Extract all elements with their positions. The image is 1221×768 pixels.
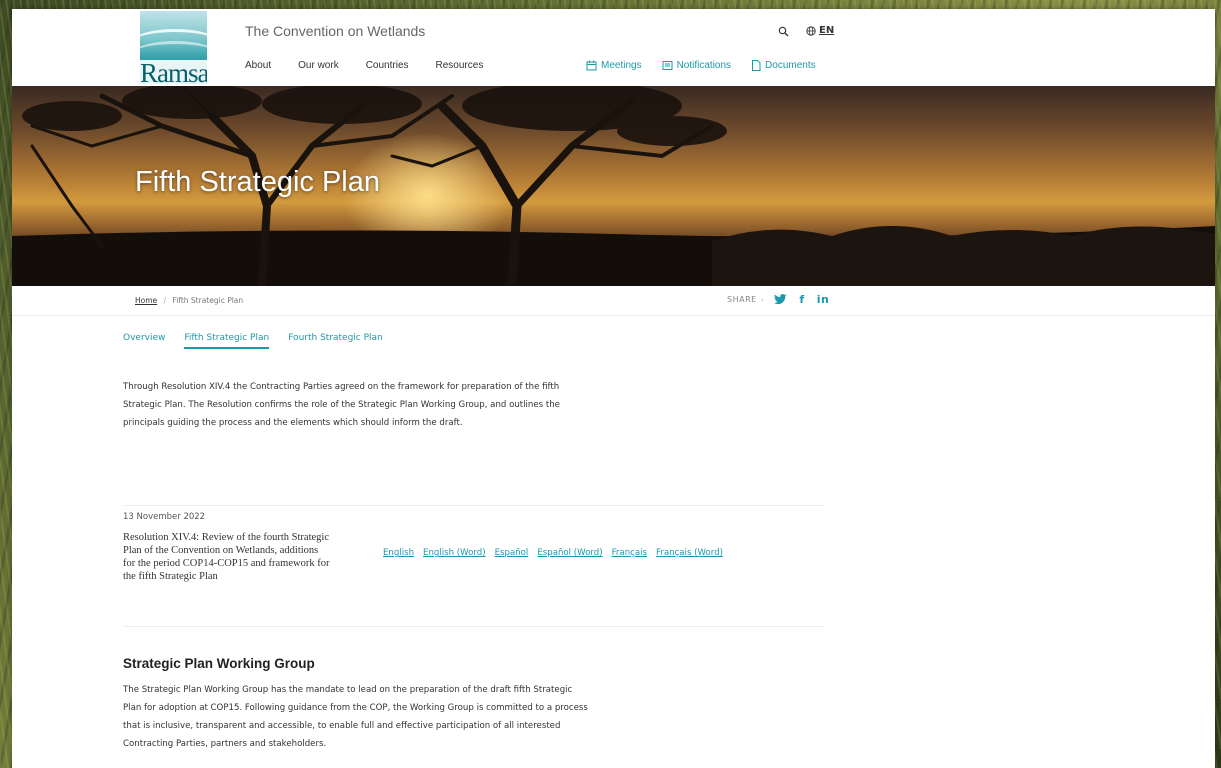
hero-banner: Fifth Strategic Plan <box>12 86 1215 286</box>
logo-text: Ramsar <box>140 58 207 84</box>
link-english-word[interactable]: English (Word) <box>423 548 486 558</box>
ramsar-logo[interactable]: Ramsar <box>140 11 207 84</box>
tab-fifth-strategic-plan[interactable]: Fifth Strategic Plan <box>184 333 270 349</box>
document-date: 13 November 2022 <box>123 512 206 522</box>
divider <box>123 505 825 506</box>
share-chevron-icon: › <box>760 295 765 304</box>
nav-item-resources[interactable]: Resources <box>436 60 484 71</box>
nav-item-documents[interactable]: Documents <box>751 60 816 71</box>
link-espanol-word[interactable]: Español (Word) <box>537 548 602 558</box>
intro-paragraph: Through Resolution XIV.4 the Contracting… <box>123 382 560 428</box>
newspaper-icon <box>662 61 673 70</box>
search-icon[interactable] <box>778 26 789 37</box>
nav-item-our-work[interactable]: Our work <box>298 60 339 71</box>
nav-item-meetings[interactable]: Meetings <box>586 60 642 71</box>
tab-fourth-strategic-plan[interactable]: Fourth Strategic Plan <box>288 333 383 349</box>
divider <box>123 626 825 627</box>
link-english[interactable]: English <box>383 548 414 558</box>
language-code: EN <box>819 25 835 36</box>
share-label: SHARE <box>727 295 757 304</box>
twitter-icon[interactable] <box>774 294 787 305</box>
breadcrumb-home[interactable]: Home <box>135 296 157 305</box>
page-title: Fifth Strategic Plan <box>135 166 380 198</box>
main-nav: About Our work Countries Resources <box>245 60 510 71</box>
notifications-label: Notifications <box>676 60 732 71</box>
nav-item-about[interactable]: About <box>245 60 271 71</box>
tab-overview[interactable]: Overview <box>123 333 165 349</box>
breadcrumb-current: Fifth Strategic Plan <box>172 296 244 305</box>
globe-icon <box>806 25 816 36</box>
site-header: Ramsar The Convention on Wetlands About … <box>12 9 1215 86</box>
breadcrumb-bar: Home / Fifth Strategic Plan SHARE › f in <box>12 286 1215 316</box>
site-title[interactable]: The Convention on Wetlands <box>245 23 425 39</box>
nav-item-notifications[interactable]: Notifications <box>662 60 731 71</box>
strategic-plan-tabs: Overview Fifth Strategic Plan Fourth Str… <box>123 333 402 349</box>
language-switcher[interactable]: EN <box>806 25 834 36</box>
nav-item-countries[interactable]: Countries <box>366 60 409 71</box>
document-title: Resolution XIV.4: Review of the fourth S… <box>123 532 330 582</box>
link-espanol[interactable]: Español <box>495 548 529 558</box>
link-francais-word[interactable]: Français (Word) <box>656 548 723 558</box>
calendar-icon <box>586 60 597 71</box>
document-icon <box>752 60 761 71</box>
meetings-label: Meetings <box>601 60 642 71</box>
documents-label: Documents <box>765 60 816 71</box>
linkedin-icon[interactable]: in <box>817 293 830 306</box>
share-bar: SHARE › f in <box>727 293 829 306</box>
working-group-heading: Strategic Plan Working Group <box>123 656 315 671</box>
utility-nav: Meetings Notifications Documents <box>586 60 836 71</box>
link-francais[interactable]: Français <box>612 548 647 558</box>
working-group-paragraph: The Strategic Plan Working Group has the… <box>123 685 588 749</box>
document-language-links: English English (Word) Español Español (… <box>383 548 732 558</box>
breadcrumb: Home / Fifth Strategic Plan <box>135 296 243 305</box>
breadcrumb-separator: / <box>163 296 167 305</box>
facebook-icon[interactable]: f <box>799 293 804 306</box>
